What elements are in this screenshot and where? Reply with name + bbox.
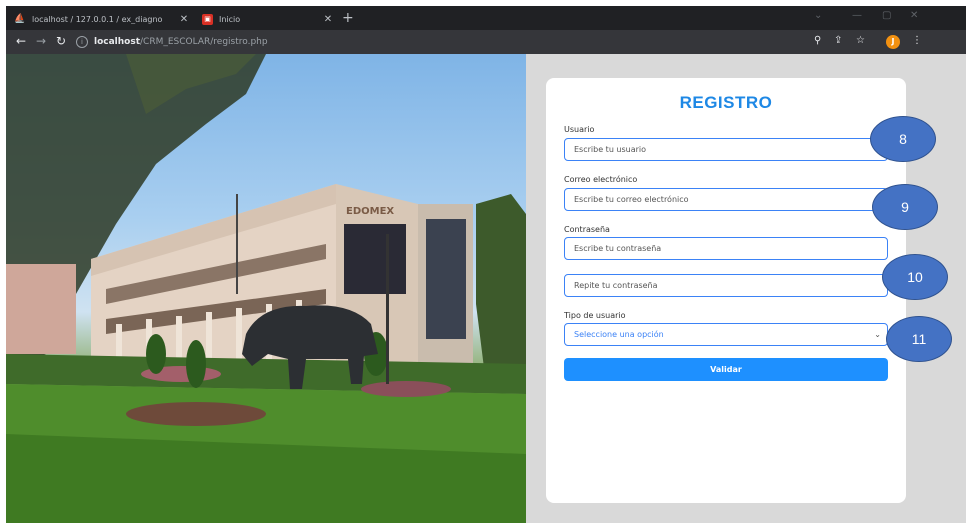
new-tab-icon[interactable]: + [342,10,354,26]
callout-badge-8: 8 [870,116,936,162]
contrasena-input[interactable]: Escribe tu contraseña [564,237,888,260]
tab-title: localhost / 127.0.0.1 / ex_diagno [32,14,163,24]
close-icon[interactable]: ✕ [320,14,336,25]
contrasena-label: Contraseña [564,225,610,234]
repite-contrasena-input[interactable]: Repite tu contraseña [564,274,888,297]
tab-phpmyadmin[interactable]: ⛵ localhost / 127.0.0.1 / ex_diagno ✕ [6,8,192,30]
forward-arrow-icon[interactable]: → [36,34,46,48]
correo-label: Correo electrónico [564,175,638,184]
menu-kebab-icon[interactable]: ⋮ [912,35,922,46]
callout-badge-10: 10 [882,254,948,300]
window-close-icon[interactable]: ✕ [910,10,918,21]
photo-sign-text: EDOMEX [346,206,394,217]
profile-avatar[interactable]: J [886,35,900,49]
reload-icon[interactable]: ↻ [56,34,66,48]
registration-card: REGISTRO Usuario Escribe tu usuario Corr… [546,78,906,503]
back-arrow-icon[interactable]: ← [16,34,26,48]
browser-window: ⛵ localhost / 127.0.0.1 / ex_diagno ✕ ▣ … [6,6,966,523]
phpmyadmin-icon: ⛵ [14,14,26,24]
contrasena-placeholder: Escribe tu contraseña [574,244,662,253]
tipo-usuario-select[interactable]: Seleccione una opción ⌄ [564,323,888,346]
close-icon[interactable]: ✕ [176,14,192,25]
callout-badge-11: 11 [886,316,952,362]
tipo-selected-value: Seleccione una opción [574,330,664,339]
tab-inicio[interactable]: ▣ Inicio ✕ [194,8,336,30]
browser-toolbar: ← → ↻ i localhost /CRM_ESCOLAR/registro.… [6,30,966,54]
url-host: localhost [94,37,141,47]
campus-illustration: EDOMEX [6,54,526,523]
site-icon: ▣ [202,13,213,25]
zoom-icon[interactable]: ⚲ [814,35,821,46]
tab-title: Inicio [219,14,241,24]
chevron-down-icon: ⌄ [874,330,881,339]
info-icon[interactable]: i [76,36,88,48]
tipo-usuario-label: Tipo de usuario [564,311,626,320]
correo-input[interactable]: Escribe tu correo electrónico [564,188,888,211]
callout-badge-9: 9 [872,184,938,230]
address-bar[interactable]: i localhost /CRM_ESCOLAR/registro.php [76,33,856,51]
page-title: REGISTRO [679,93,773,112]
bookmark-star-icon[interactable]: ☆ [856,35,865,46]
share-icon[interactable]: ⇪ [834,35,842,46]
repite-placeholder: Repite tu contraseña [574,281,658,290]
usuario-label: Usuario [564,125,595,134]
minimize-icon[interactable]: — [852,10,862,21]
tab-search-icon[interactable]: ⌄ [814,10,822,21]
campus-photo: EDOMEX [6,54,526,523]
tab-strip: ⛵ localhost / 127.0.0.1 / ex_diagno ✕ ▣ … [6,6,966,30]
correo-placeholder: Escribe tu correo electrónico [574,195,689,204]
validar-button[interactable]: Validar [564,358,888,381]
maximize-icon[interactable]: ▢ [882,10,891,21]
usuario-placeholder: Escribe tu usuario [574,145,647,154]
url-path: /CRM_ESCOLAR/registro.php [140,37,268,47]
usuario-input[interactable]: Escribe tu usuario [564,138,888,161]
